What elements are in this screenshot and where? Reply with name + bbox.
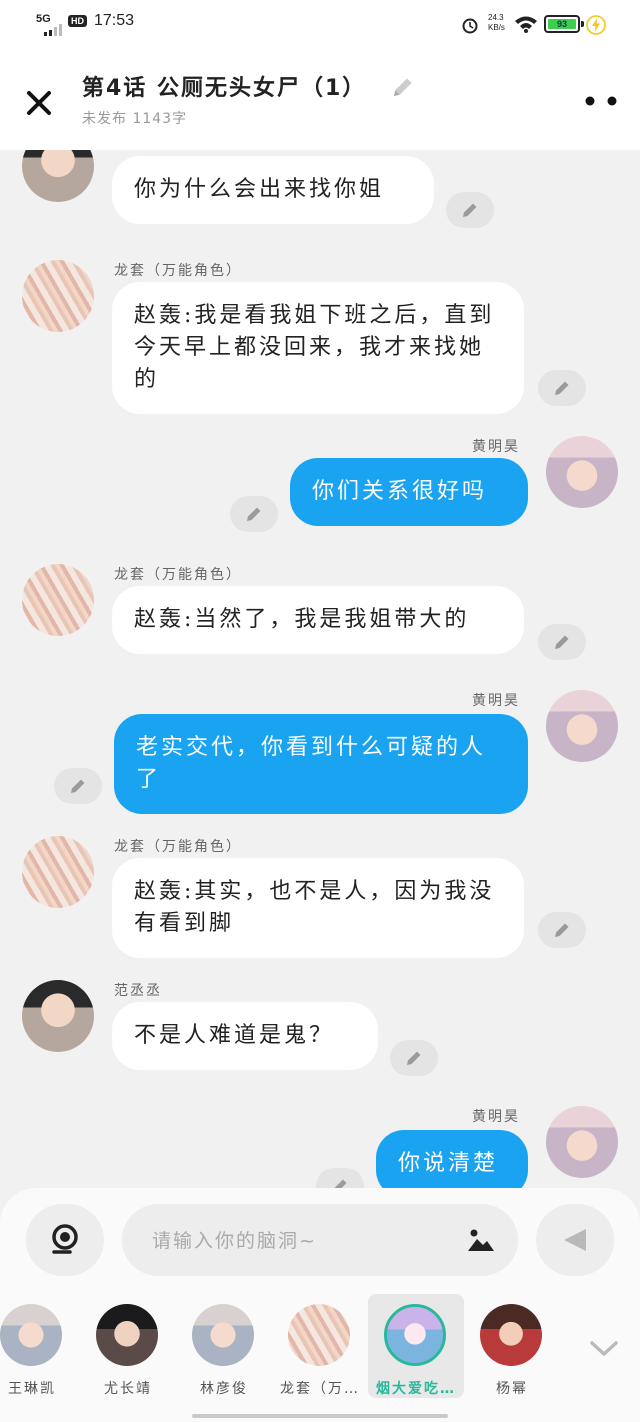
role-item-selected[interactable]: 烟大爱吃… <box>368 1294 464 1398</box>
episode-header: 第4话 公厕无头女尸（1） 未发布 1143字 <box>0 48 640 150</box>
send-icon <box>564 1229 586 1251</box>
role-item[interactable]: 尤长靖 <box>80 1294 176 1398</box>
close-icon[interactable] <box>22 86 56 120</box>
charging-icon <box>586 15 606 35</box>
message-bubble[interactable]: 老实交代，你看到什么可疑的人了 <box>114 714 528 814</box>
edit-message-button[interactable] <box>316 1168 364 1190</box>
more-options-icon[interactable] <box>585 96 619 106</box>
role-avatar <box>96 1304 158 1366</box>
role-label: 龙套（万… <box>280 1381 360 1397</box>
avatar[interactable] <box>546 690 618 762</box>
message-composer: 请输入你的脑洞~ <box>0 1188 640 1288</box>
speaker-name: 龙套（万能角色） <box>114 839 242 855</box>
speaker-name: 龙套（万能角色） <box>114 567 242 583</box>
message-input[interactable]: 请输入你的脑洞~ <box>122 1204 518 1276</box>
edit-message-button[interactable] <box>538 370 586 406</box>
role-avatar <box>384 1304 446 1366</box>
battery-icon: 93 <box>544 15 580 33</box>
avatar[interactable] <box>22 564 94 636</box>
edit-message-button[interactable] <box>446 192 494 228</box>
speaker-name: 黄明昊 <box>472 1109 520 1125</box>
message-bubble[interactable]: 你们关系很好吗 <box>290 458 528 526</box>
message-bubble[interactable]: 不是人难道是鬼？ <box>112 1002 378 1070</box>
role-label: 尤长靖 <box>104 1381 152 1397</box>
message-bubble[interactable]: 你为什么会出来找你姐 <box>112 156 434 224</box>
signal-icon <box>44 24 62 36</box>
role-selector: 王琳凯 尤长靖 林彦俊 龙套（万… 烟大爱吃… 杨幂 <box>0 1288 640 1422</box>
battery-level: 93 <box>548 19 576 29</box>
role-avatar <box>0 1304 62 1366</box>
input-placeholder: 请输入你的脑洞~ <box>152 1230 317 1252</box>
home-indicator[interactable] <box>192 1414 448 1418</box>
net-speed-unit: KB/s <box>488 23 505 32</box>
edit-message-button[interactable] <box>230 496 278 532</box>
episode-status: 未发布 1143字 <box>82 111 188 127</box>
pencil-icon <box>407 1051 421 1065</box>
hd-badge: HD <box>68 15 87 27</box>
speaker-name: 范丞丞 <box>114 983 162 999</box>
role-item[interactable]: 杨幂 <box>464 1294 560 1398</box>
role-label: 烟大爱吃… <box>376 1381 456 1397</box>
avatar[interactable] <box>22 260 94 332</box>
pencil-icon <box>463 203 477 217</box>
clock: 17:53 <box>94 12 135 29</box>
speaker-name: 黄明昊 <box>472 439 520 455</box>
avatar[interactable] <box>22 980 94 1052</box>
status-bar: 5G HD 17:53 24.3 KB/s 93 <box>0 0 640 48</box>
edit-message-button[interactable] <box>538 624 586 660</box>
net-speed: 24.3 KB/s <box>488 13 505 33</box>
pin-ring-icon <box>52 1224 78 1254</box>
image-icon[interactable] <box>466 1226 496 1254</box>
pencil-icon <box>555 635 569 649</box>
role-avatar <box>480 1304 542 1366</box>
speaker-name: 龙套（万能角色） <box>114 263 242 279</box>
send-button[interactable] <box>536 1204 614 1276</box>
pencil-icon <box>555 923 569 937</box>
role-label: 杨幂 <box>496 1381 528 1397</box>
role-item[interactable]: 林彦俊 <box>176 1294 272 1398</box>
pencil-icon <box>247 507 261 521</box>
pencil-icon <box>71 779 85 793</box>
message-bubble[interactable]: 你说清楚 <box>376 1130 528 1190</box>
avatar[interactable] <box>22 836 94 908</box>
edit-message-button[interactable] <box>538 912 586 948</box>
avatar[interactable] <box>546 1106 618 1178</box>
message-bubble[interactable]: 赵轰:其实，也不是人，因为我没有看到脚 <box>112 858 524 958</box>
wifi-icon <box>515 16 537 33</box>
speaker-name: 黄明昊 <box>472 693 520 709</box>
role-avatar <box>192 1304 254 1366</box>
alarm-icon <box>462 18 478 34</box>
edit-title-pencil-icon[interactable] <box>390 74 416 100</box>
chat-area[interactable]: 你为什么会出来找你姐 龙套（万能角色） 赵轰:我是看我姐下班之后，直到今天早上都… <box>0 150 640 1190</box>
avatar[interactable] <box>22 150 94 202</box>
avatar[interactable] <box>546 436 618 508</box>
role-item[interactable]: 王琳凯 <box>0 1294 80 1398</box>
pencil-icon <box>555 381 569 395</box>
edit-message-button[interactable] <box>390 1040 438 1076</box>
net-speed-value: 24.3 <box>488 13 504 22</box>
edit-message-button[interactable] <box>54 768 102 804</box>
role-avatar <box>288 1304 350 1366</box>
episode-title: 第4话 公厕无头女尸（1） <box>82 76 367 101</box>
battery-cap <box>581 21 584 27</box>
role-label: 王琳凯 <box>8 1381 56 1397</box>
message-bubble[interactable]: 赵轰:我是看我姐下班之后，直到今天早上都没回来，我才来找她的 <box>112 282 524 414</box>
role-mode-button[interactable] <box>26 1204 104 1276</box>
role-label: 林彦俊 <box>200 1381 248 1397</box>
role-item[interactable]: 龙套（万… <box>272 1294 368 1398</box>
chevron-down-icon[interactable] <box>588 1338 620 1358</box>
message-bubble[interactable]: 赵轰:当然了，我是我姐带大的 <box>112 586 524 654</box>
